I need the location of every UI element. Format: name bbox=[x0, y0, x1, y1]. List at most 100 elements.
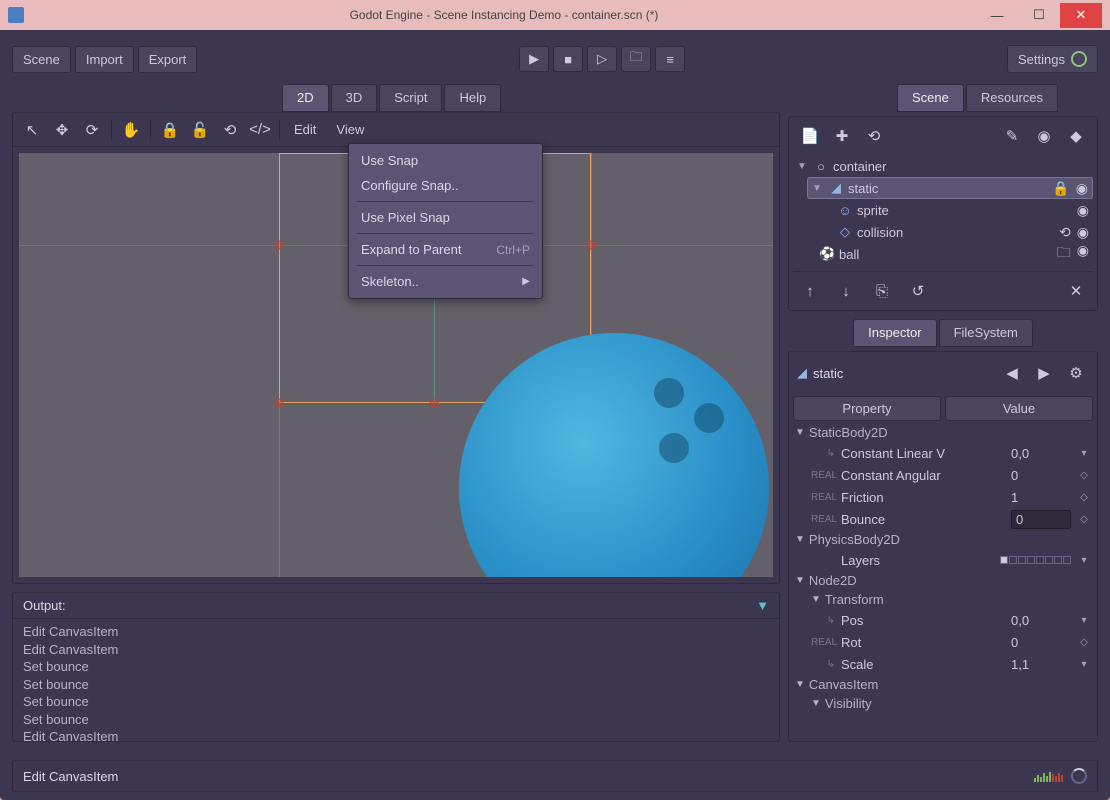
output-header: Output: ▼ bbox=[13, 593, 779, 619]
view-menu-button[interactable]: View bbox=[328, 118, 372, 141]
folder-button[interactable]: 🗀 bbox=[621, 46, 651, 72]
handle-icon[interactable] bbox=[275, 241, 284, 250]
menu-skeleton[interactable]: Skeleton.. ▶ bbox=[349, 269, 542, 294]
instance-icon[interactable]: ⟲ bbox=[861, 123, 887, 149]
section-visibility[interactable]: ▼Visibility bbox=[793, 694, 1093, 713]
prop-friction[interactable]: REALFriction1◇ bbox=[793, 486, 1093, 508]
gear-icon[interactable]: ⚙ bbox=[1063, 360, 1089, 386]
visibility-icon[interactable]: ◉ bbox=[1077, 242, 1089, 266]
prop-constant-angular[interactable]: REALConstant Angular0◇ bbox=[793, 464, 1093, 486]
script-icon[interactable]: ◆ bbox=[1063, 123, 1089, 149]
export-menu[interactable]: Export bbox=[138, 46, 198, 73]
menu-use-snap[interactable]: Use Snap bbox=[349, 148, 542, 173]
handle-icon[interactable] bbox=[430, 399, 439, 408]
scene-instance-icon[interactable]: 🗀 bbox=[1057, 242, 1071, 266]
pan-tool-icon[interactable]: ✋ bbox=[118, 117, 144, 143]
tab-filesystem[interactable]: FileSystem bbox=[939, 319, 1033, 347]
select-tool-icon[interactable]: ↖ bbox=[19, 117, 45, 143]
node-icon: ○ bbox=[813, 159, 829, 174]
prop-constant-linear[interactable]: ↳Constant Linear V0,0▾ bbox=[793, 442, 1093, 464]
visibility-icon[interactable]: ◉ bbox=[1077, 224, 1089, 241]
playback-controls: ▶ ■ ▷ 🗀 ≡ bbox=[519, 46, 685, 72]
prop-pos[interactable]: ↳Pos0,0▾ bbox=[793, 609, 1093, 631]
collapse-icon[interactable]: ▼ bbox=[812, 183, 824, 194]
minimize-button[interactable]: — bbox=[976, 3, 1018, 28]
viewport-panel: ↖ ✥ ⟳ ✋ 🔒 🔓 ⟲ </> Edit View bbox=[12, 112, 780, 584]
duplicate-icon[interactable]: ⎘ bbox=[869, 278, 895, 304]
history-fwd-icon[interactable]: ▶ bbox=[1031, 360, 1057, 386]
main-container: Scene Import Export ▶ ■ ▷ 🗀 ≡ Settings 2… bbox=[0, 30, 1110, 800]
reparent-icon[interactable]: ↺ bbox=[905, 278, 931, 304]
history-back-icon[interactable]: ◀ bbox=[999, 360, 1025, 386]
link-icon[interactable]: ⟲ bbox=[1059, 224, 1071, 241]
list-button[interactable]: ≡ bbox=[655, 46, 685, 72]
maximize-button[interactable]: ☐ bbox=[1018, 3, 1060, 28]
inspector-node-name: static bbox=[813, 366, 843, 381]
tab-resources[interactable]: Resources bbox=[966, 84, 1058, 112]
unlock-icon[interactable]: 🔓 bbox=[187, 117, 213, 143]
move-up-icon[interactable]: ↑ bbox=[797, 278, 823, 304]
import-menu[interactable]: Import bbox=[75, 46, 134, 73]
menu-separator bbox=[357, 201, 534, 202]
inspector-body: ▼StaticBody2D ↳Constant Linear V0,0▾ REA… bbox=[793, 423, 1093, 737]
menu-configure-snap[interactable]: Configure Snap.. bbox=[349, 173, 542, 198]
section-transform[interactable]: ▼Transform bbox=[793, 590, 1093, 609]
handle-icon[interactable] bbox=[587, 241, 596, 250]
tab-inspector[interactable]: Inspector bbox=[853, 319, 936, 347]
menu-separator bbox=[357, 233, 534, 234]
tab-help[interactable]: Help bbox=[444, 84, 501, 112]
add-node-icon[interactable]: ✚ bbox=[829, 123, 855, 149]
menu-expand-to-parent[interactable]: Expand to Parent Ctrl+P bbox=[349, 237, 542, 262]
delete-icon[interactable]: ✕ bbox=[1063, 278, 1089, 304]
layers-widget[interactable] bbox=[1000, 556, 1071, 564]
groups-icon[interactable]: ◉ bbox=[1031, 123, 1057, 149]
prop-layers[interactable]: Layers ▾ bbox=[793, 549, 1093, 571]
settings-button[interactable]: Settings bbox=[1007, 45, 1098, 73]
settings-icon bbox=[1071, 51, 1087, 67]
section-canvasitem[interactable]: ▼CanvasItem bbox=[793, 675, 1093, 694]
tree-node-sprite[interactable]: ☺ sprite ◉ bbox=[833, 199, 1093, 221]
rigidbody-icon: ⚽ bbox=[819, 246, 835, 262]
section-physicsbody2d[interactable]: ▼PhysicsBody2D bbox=[793, 530, 1093, 549]
play-button[interactable]: ▶ bbox=[519, 46, 549, 72]
play-scene-button[interactable]: ▷ bbox=[587, 46, 617, 72]
tab-script[interactable]: Script bbox=[379, 84, 442, 112]
edit-menu-button[interactable]: Edit bbox=[286, 118, 324, 141]
output-line: Set bounce bbox=[23, 676, 769, 694]
value-header: Value bbox=[945, 396, 1093, 421]
code-icon[interactable]: </> bbox=[247, 117, 273, 143]
handle-icon[interactable] bbox=[275, 399, 284, 408]
connect-icon[interactable]: ✎ bbox=[999, 123, 1025, 149]
prop-rot[interactable]: REALRot0◇ bbox=[793, 631, 1093, 653]
tab-3d[interactable]: 3D bbox=[331, 84, 378, 112]
prop-bounce[interactable]: REALBounce0◇ bbox=[793, 508, 1093, 530]
close-button[interactable]: ✕ bbox=[1060, 3, 1102, 28]
collapse-icon[interactable]: ▼ bbox=[756, 598, 769, 613]
rotate-tool-icon[interactable]: ⟳ bbox=[79, 117, 105, 143]
collapse-icon[interactable]: ▼ bbox=[797, 161, 809, 172]
link-icon[interactable]: ⟲ bbox=[217, 117, 243, 143]
section-node2d[interactable]: ▼Node2D bbox=[793, 571, 1093, 590]
scene-menu[interactable]: Scene bbox=[12, 46, 71, 73]
move-tool-icon[interactable]: ✥ bbox=[49, 117, 75, 143]
edit-dropdown: Use Snap Configure Snap.. Use Pixel Snap… bbox=[348, 143, 543, 299]
visibility-icon[interactable]: ◉ bbox=[1076, 180, 1088, 197]
section-staticbody2d[interactable]: ▼StaticBody2D bbox=[793, 423, 1093, 442]
new-node-icon[interactable]: 📄 bbox=[797, 123, 823, 149]
tab-scene[interactable]: Scene bbox=[897, 84, 964, 112]
visibility-icon[interactable]: ◉ bbox=[1077, 202, 1089, 219]
prop-scale[interactable]: ↳Scale1,1▾ bbox=[793, 653, 1093, 675]
lock-icon[interactable]: 🔒 bbox=[157, 117, 183, 143]
tab-2d[interactable]: 2D bbox=[282, 84, 329, 112]
menu-use-pixel-snap[interactable]: Use Pixel Snap bbox=[349, 205, 542, 230]
lock-icon[interactable]: 🔒 bbox=[1052, 180, 1069, 197]
separator bbox=[111, 120, 112, 140]
tree-node-collision[interactable]: ◇ collision ⟲ ◉ bbox=[833, 221, 1093, 243]
scene-tabs: Scene Resources bbox=[788, 84, 1098, 112]
stop-button[interactable]: ■ bbox=[553, 46, 583, 72]
tree-node-static[interactable]: ▼ ◢ static 🔒 ◉ bbox=[807, 177, 1093, 199]
status-text: Edit CanvasItem bbox=[23, 769, 118, 784]
move-down-icon[interactable]: ↓ bbox=[833, 278, 859, 304]
tree-node-ball[interactable]: ⚽ ball 🗀 ◉ bbox=[815, 243, 1093, 265]
tree-node-container[interactable]: ▼ ○ container bbox=[793, 155, 1093, 177]
